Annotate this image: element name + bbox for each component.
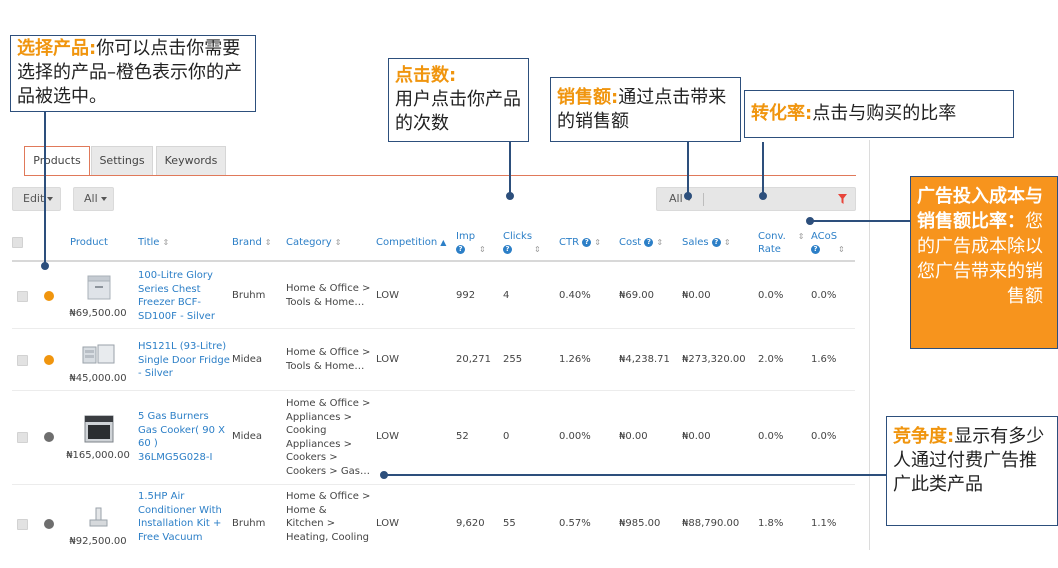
- note-heading: 选择产品:: [17, 38, 97, 59]
- note-heading: 销售额:: [557, 87, 619, 108]
- note-sales: 销售额:通过点击带来的销售额: [550, 77, 741, 142]
- note-clicks: 点击数: 用户点击你产品的次数: [388, 58, 529, 142]
- note-heading: 竞争度:: [893, 426, 955, 447]
- connector-dot: [684, 192, 692, 200]
- connector-dot: [41, 262, 49, 270]
- connector-dot: [506, 192, 514, 200]
- connector-dot: [806, 217, 814, 225]
- note-text: 点击与购买的比率: [812, 103, 957, 124]
- note-conversion: 转化率:点击与购买的比率: [744, 90, 1014, 138]
- note-text: 用户点击你产品的次数: [395, 89, 521, 134]
- note-competition: 竞争度:显示有多少人通过付费广告推广此类产品: [886, 416, 1058, 526]
- note-heading: 转化率:: [751, 103, 813, 124]
- note-acos: 广告投入成本与销售额比率：您的广告成本除以您广告带来的销售额: [910, 176, 1058, 349]
- connector-dot: [759, 192, 767, 200]
- connector-dot: [380, 471, 388, 479]
- note-heading: 点击数:: [395, 65, 457, 86]
- note-select-product: 选择产品:你可以点击你需要选择的产品–橙色表示你的产品被选中。: [10, 35, 256, 112]
